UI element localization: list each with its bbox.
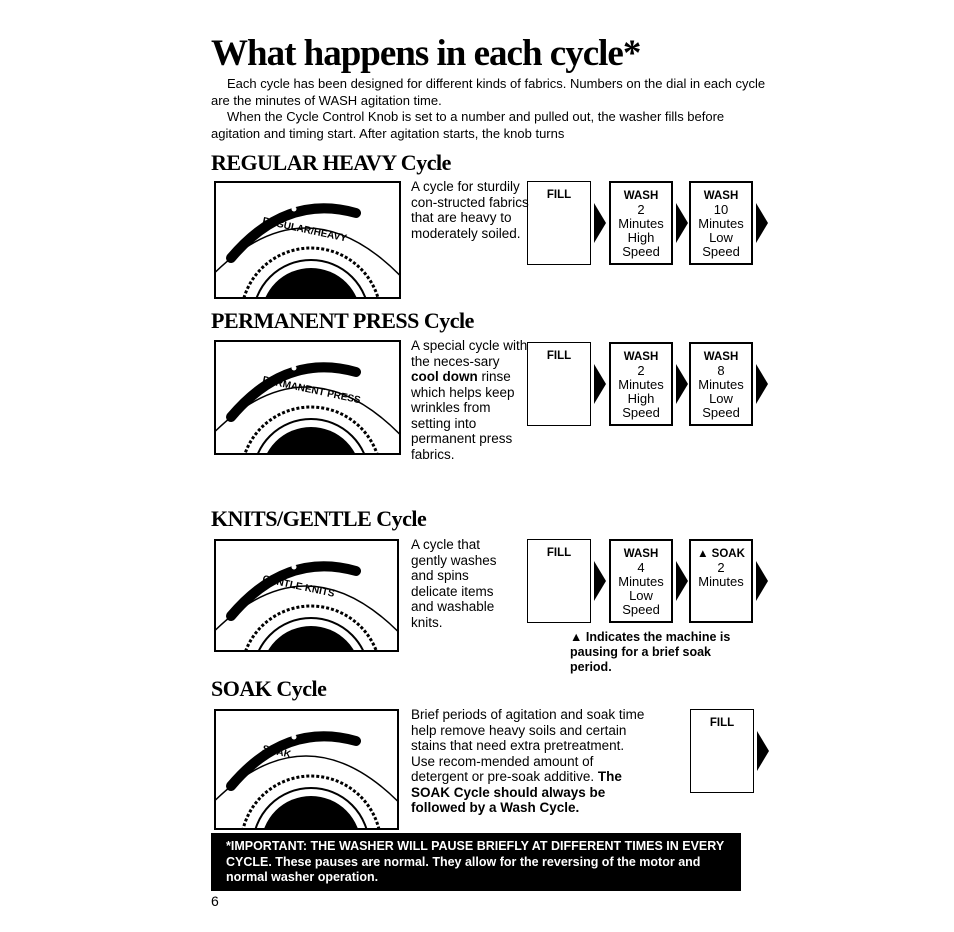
dial-illustration-knits-gentle: GENTLE KNITS xyxy=(214,539,399,652)
step-title: WASH xyxy=(623,190,659,202)
dial-indicator-dot xyxy=(291,365,297,371)
step-title: FILL xyxy=(546,350,572,362)
step-detail: High xyxy=(627,391,655,406)
page-title: What happens in each cycle* xyxy=(211,33,641,74)
step-detail: 2 xyxy=(717,560,725,575)
step-detail: 10 xyxy=(713,202,729,217)
page-number: 6 xyxy=(211,893,219,909)
step-title: WASH xyxy=(623,548,659,560)
step-detail: Minutes xyxy=(618,377,664,392)
step-detail: Low xyxy=(709,391,733,406)
step-detail: Minutes xyxy=(618,216,664,231)
step-detail: 4 xyxy=(637,560,645,575)
step-detail: Minutes xyxy=(698,377,744,392)
soak-pause-note: ▲ Indicates the machine is pausing for a… xyxy=(570,630,731,674)
dial-indicator-dot xyxy=(291,206,297,212)
step-detail: High xyxy=(627,230,655,245)
step-title: WASH xyxy=(703,190,739,202)
important-notice: *IMPORTANT: THE WASHER WILL PAUSE BRIEFL… xyxy=(211,833,741,891)
description-emphasis: cool down xyxy=(411,369,478,384)
dial-icon: GENTLE KNITS xyxy=(216,561,397,650)
step-detail: Minutes xyxy=(698,574,744,589)
cycle-step-box: FILL xyxy=(527,342,591,426)
arrow-right-icon xyxy=(594,561,606,601)
dial-cycle-label: PERMANENT PRESS xyxy=(261,375,361,407)
step-detail: Minutes xyxy=(698,216,744,231)
arrow-right-icon xyxy=(594,203,606,243)
dial-indicator-dot xyxy=(291,564,297,570)
description-permanent-press: A special cycle with the neces-sary cool… xyxy=(411,338,529,462)
section-heading-soak: SOAK Cycle xyxy=(211,676,327,701)
dial-icon: SOAK xyxy=(216,731,397,828)
description-soak: Brief periods of agitation and soak time… xyxy=(411,707,651,816)
description-regular-heavy: A cycle for sturdily con-structed fabric… xyxy=(411,179,529,241)
cycle-step-box: WASH 2 Minutes High Speed xyxy=(609,181,673,265)
arrow-right-icon xyxy=(757,731,769,771)
description-knits-gentle: A cycle that gently washes and spins del… xyxy=(411,537,497,630)
step-detail: Low xyxy=(709,230,733,245)
dial-illustration-soak: SOAK xyxy=(214,709,399,830)
step-title: ▲ SOAK xyxy=(697,548,745,560)
step-detail: 2 xyxy=(637,363,645,378)
step-detail: Low xyxy=(629,588,653,603)
arrow-right-icon xyxy=(676,561,688,601)
arrow-right-icon xyxy=(756,203,768,243)
step-detail: Speed xyxy=(622,405,660,420)
manual-page: What happens in each cycle* Each cycle h… xyxy=(0,0,954,932)
dial-cycle-label: REGULAR/HEAVY xyxy=(261,216,348,245)
arrow-right-icon xyxy=(594,364,606,404)
step-title: WASH xyxy=(623,351,659,363)
cycle-step-box: WASH 10 Minutes Low Speed xyxy=(689,181,753,265)
cycle-step-box: FILL xyxy=(527,181,591,265)
step-title: FILL xyxy=(546,189,572,201)
step-detail: Speed xyxy=(702,405,740,420)
arrow-right-icon xyxy=(676,364,688,404)
section-heading-knits-gentle: KNITS/GENTLE Cycle xyxy=(211,506,427,531)
dial-icon: PERMANENT PRESS xyxy=(216,362,399,453)
cycle-step-box: FILL xyxy=(690,709,754,793)
step-title: WASH xyxy=(703,351,739,363)
step-title: FILL xyxy=(709,717,735,729)
step-detail: 8 xyxy=(717,363,725,378)
cycle-step-box: WASH 2 Minutes High Speed xyxy=(609,342,673,426)
dial-illustration-permanent-press: PERMANENT PRESS xyxy=(214,340,401,455)
section-heading-regular-heavy: REGULAR HEAVY Cycle xyxy=(211,150,451,175)
step-title: FILL xyxy=(546,547,572,559)
dial-icon: REGULAR/HEAVY xyxy=(216,203,399,297)
step-detail: Speed xyxy=(702,244,740,259)
cycle-step-box: WASH 4 Minutes Low Speed xyxy=(609,539,673,623)
step-detail: Speed xyxy=(622,602,660,617)
arrow-right-icon xyxy=(676,203,688,243)
dial-illustration-regular-heavy: REGULAR/HEAVY xyxy=(214,181,401,299)
arrow-right-icon xyxy=(756,364,768,404)
cycle-step-box: ▲ SOAK 2 Minutes xyxy=(689,539,753,623)
section-heading-permanent-press: PERMANENT PRESS Cycle xyxy=(211,308,474,333)
step-detail: 2 xyxy=(637,202,645,217)
cycle-step-box: WASH 8 Minutes Low Speed xyxy=(689,342,753,426)
dial-cycle-label: GENTLE KNITS xyxy=(261,574,335,600)
description-text: A special cycle with the neces-sary xyxy=(411,338,528,369)
arrow-right-icon xyxy=(756,561,768,601)
cycle-step-box: FILL xyxy=(527,539,591,623)
dial-indicator-dot xyxy=(291,734,297,740)
intro-paragraph-2: When the Cycle Control Knob is set to a … xyxy=(211,109,725,141)
step-detail: Speed xyxy=(622,244,660,259)
step-detail: Minutes xyxy=(618,574,664,589)
intro-paragraph-1: Each cycle has been designed for differe… xyxy=(211,76,766,108)
